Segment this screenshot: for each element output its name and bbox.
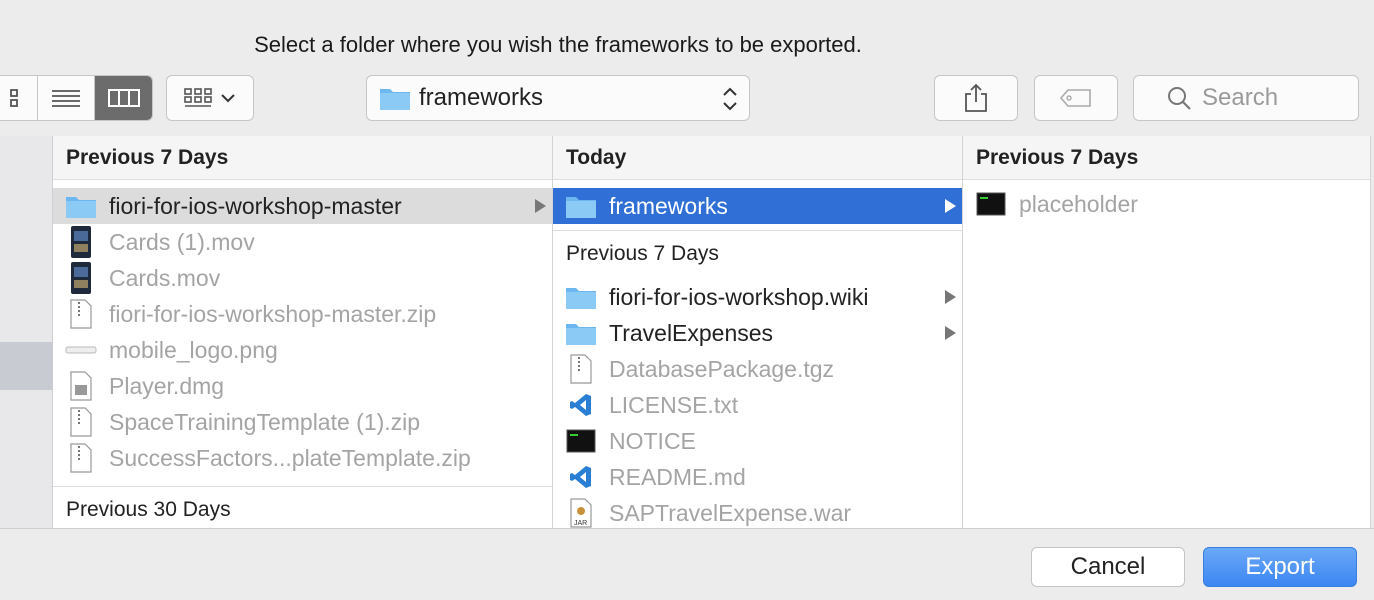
list-item-label: fiori-for-ios-workshop.wiki	[609, 283, 869, 310]
zip-file-icon	[53, 443, 109, 473]
list-view-button[interactable]	[38, 76, 95, 120]
section-header: Previous 7 Days	[553, 232, 962, 276]
list-item[interactable]: fiori-for-ios-workshop-master	[53, 188, 552, 224]
disclosure-arrow-icon	[945, 290, 956, 304]
list-item[interactable]: LICENSE.txt	[553, 387, 962, 423]
updown-chevron-icon	[723, 87, 737, 111]
list-item[interactable]: placeholder	[963, 186, 1370, 222]
cancel-button[interactable]: Cancel	[1031, 547, 1185, 587]
movie-file-icon	[53, 261, 109, 295]
column-header: Previous 7 Days	[53, 136, 552, 180]
search-icon	[1168, 87, 1191, 110]
vscode-file-icon	[553, 464, 609, 490]
jar-file-icon: JAR	[553, 498, 609, 528]
list-item-label: DatabasePackage.tgz	[609, 355, 835, 382]
folder-icon	[380, 89, 410, 110]
folder-icon	[553, 284, 609, 310]
list-item-label: fiori-for-ios-workshop-master	[109, 192, 402, 219]
column-header: Previous 7 Days	[963, 136, 1370, 180]
search-field[interactable]: Search	[1133, 75, 1359, 121]
list-item[interactable]: TravelExpenses	[553, 315, 962, 351]
list-item-label: Cards.mov	[109, 264, 221, 291]
list-item[interactable]: NOTICE	[553, 423, 962, 459]
grid-icon	[184, 88, 212, 107]
list-item-label: SAPTravelExpense.war	[609, 499, 852, 526]
sidebar-selected-item[interactable]	[0, 342, 53, 390]
terminal-file-icon	[553, 429, 609, 453]
list-item[interactable]: fiori-for-ios-workshop.wiki	[553, 279, 962, 315]
list-item-label: SpaceTrainingTemplate (1).zip	[109, 408, 421, 435]
share-button[interactable]	[934, 75, 1018, 121]
svg-text:JAR: JAR	[574, 520, 587, 527]
disclosure-arrow-icon	[945, 199, 956, 213]
browser-column-2: Today frameworks Previous 7 Days fiori-f…	[553, 136, 963, 528]
column-view-button[interactable]	[95, 76, 152, 120]
list-item-label: frameworks	[609, 192, 728, 219]
list-item-label: Player.dmg	[109, 372, 225, 399]
list-item-label: mobile_logo.png	[109, 336, 278, 363]
image-file-icon	[53, 343, 109, 357]
search-placeholder: Search	[1202, 84, 1279, 111]
browser-column-3: Previous 7 Days placeholder	[963, 136, 1371, 528]
column-header: Today	[553, 136, 962, 180]
folder-icon	[553, 193, 609, 219]
list-item[interactable]: SuccessFactors...plateTemplate.zip	[53, 440, 552, 476]
list-item[interactable]: Player.dmg	[53, 368, 552, 404]
list-item-selected-folder[interactable]: frameworks	[553, 188, 962, 224]
list-item-label: fiori-for-ios-workshop-master.zip	[109, 300, 437, 327]
chevron-down-icon	[221, 94, 235, 103]
zip-file-icon	[53, 299, 109, 329]
movie-file-icon	[53, 225, 109, 259]
icon-view-button[interactable]	[0, 76, 38, 120]
disk-image-icon	[53, 371, 109, 401]
folder-icon	[53, 193, 109, 219]
sidebar[interactable]	[0, 136, 53, 528]
list-item[interactable]: README.md	[553, 459, 962, 495]
zip-file-icon	[553, 354, 609, 384]
disclosure-arrow-icon	[535, 199, 546, 213]
share-icon	[965, 83, 987, 112]
icon-view-icon	[10, 89, 18, 107]
dialog-prompt: Select a folder where you wish the frame…	[254, 32, 862, 57]
list-item[interactable]: Cards (1).mov	[53, 224, 552, 260]
list-item-label: TravelExpenses	[609, 319, 774, 346]
section-header: Previous 30 Days	[53, 488, 552, 528]
list-item[interactable]: Cards.mov	[53, 260, 552, 296]
list-item-label: LICENSE.txt	[609, 391, 739, 418]
vscode-file-icon	[553, 392, 609, 418]
path-popup-label: frameworks	[419, 84, 544, 111]
list-item[interactable]: DatabasePackage.tgz	[553, 351, 962, 387]
list-item[interactable]: JAR SAPTravelExpense.war	[553, 495, 962, 528]
view-mode-control[interactable]	[0, 75, 153, 121]
list-item-label: placeholder	[1019, 190, 1138, 217]
list-item-label: README.md	[609, 463, 746, 490]
list-item[interactable]: mobile_logo.png	[53, 332, 552, 368]
list-item-label: SuccessFactors...plateTemplate.zip	[109, 444, 471, 471]
terminal-file-icon	[963, 192, 1019, 216]
tag-icon	[1059, 89, 1091, 107]
zip-file-icon	[53, 407, 109, 437]
list-item[interactable]: SpaceTrainingTemplate (1).zip	[53, 404, 552, 440]
export-button[interactable]: Export	[1203, 547, 1357, 587]
list-view-icon	[52, 90, 80, 107]
browser-column-1: Previous 7 Days fiori-for-ios-workshop-m…	[53, 136, 553, 528]
group-by-button[interactable]	[166, 75, 254, 121]
path-popup[interactable]: frameworks	[366, 75, 750, 121]
column-view-icon	[107, 89, 140, 107]
folder-icon	[553, 320, 609, 346]
list-item[interactable]: fiori-for-ios-workshop-master.zip	[53, 296, 552, 332]
tag-button[interactable]	[1034, 75, 1118, 121]
list-item-label: Cards (1).mov	[109, 228, 255, 255]
list-item-label: NOTICE	[609, 427, 696, 454]
divider	[553, 230, 962, 231]
divider	[53, 486, 552, 487]
disclosure-arrow-icon	[945, 326, 956, 340]
